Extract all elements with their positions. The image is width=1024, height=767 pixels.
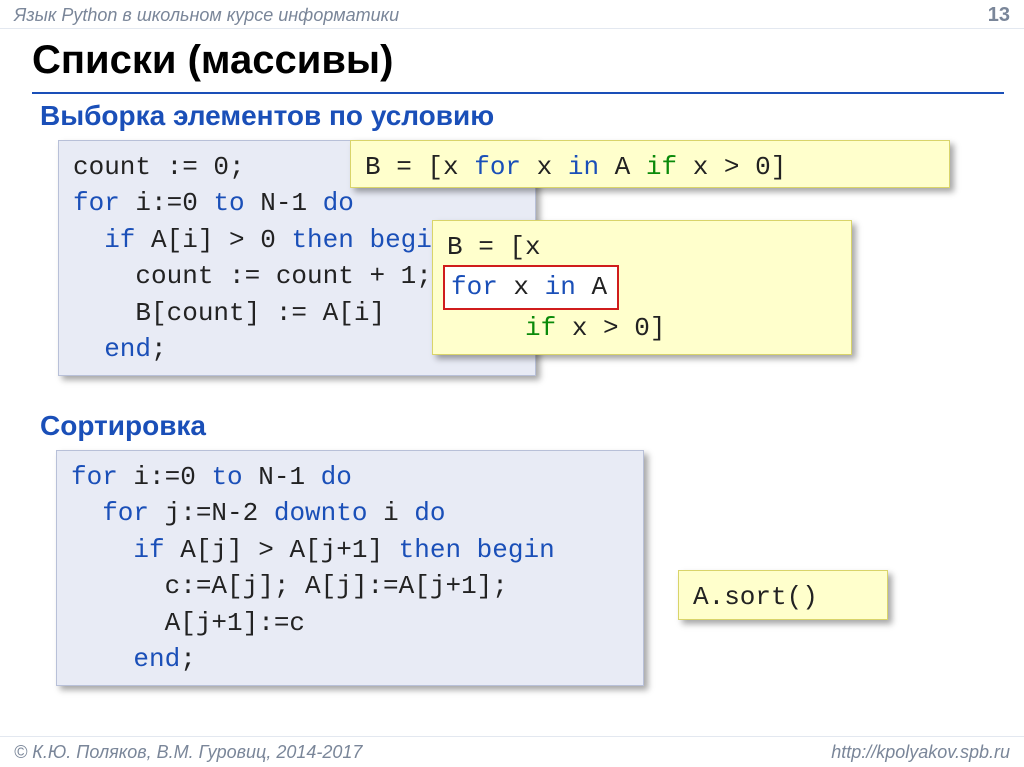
section-sort-title: Сортировка: [40, 410, 206, 442]
code-python-sort: A.sort(): [678, 570, 888, 620]
course-name: Язык Python в школьном курсе информатики: [14, 5, 399, 26]
page-number: 13: [988, 4, 1010, 27]
title-rule: [32, 92, 1004, 94]
topbar: Язык Python в школьном курсе информатики…: [0, 0, 1024, 29]
copyright: © К.Ю. Поляков, В.М. Гуровиц, 2014-2017: [14, 742, 362, 763]
code-python-filter-multiline: B = [x for x in A if x > 0]: [432, 220, 852, 355]
code-python-filter-oneline: B = [x for x in A if x > 0]: [350, 140, 950, 188]
section-filter-title: Выборка элементов по условию: [40, 100, 494, 132]
footer-link: http://kpolyakov.spb.ru: [831, 742, 1010, 763]
page-title: Списки (массивы): [32, 38, 393, 83]
code-pascal-sort: for i:=0 to N-1 do for j:=N-2 downto i d…: [56, 450, 644, 686]
footer: © К.Ю. Поляков, В.М. Гуровиц, 2014-2017 …: [0, 736, 1024, 767]
highlighted-for-in: for x in A: [443, 265, 619, 309]
